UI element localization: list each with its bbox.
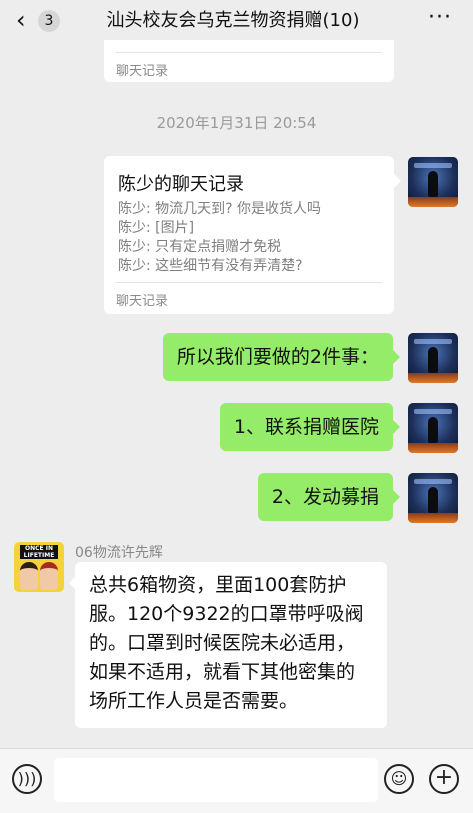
message-input[interactable] [54, 758, 378, 802]
bubble-tail [393, 490, 400, 504]
voice-icon[interactable]: ))) [12, 764, 42, 794]
chat-record-line: 陈少: 这些细节有没有弄清楚? [118, 258, 303, 274]
chat-record-card[interactable]: 陈少的聊天记录 陈少: 物流几天到? 你是收货人吗 陈少: [图片] 陈少: 只… [104, 156, 394, 314]
bubble-tail [394, 174, 401, 188]
back-icon[interactable]: ‹ [16, 7, 36, 33]
self-message-bubble[interactable]: 1、联系捐赠医院 [219, 403, 393, 451]
self-avatar[interactable] [408, 403, 458, 453]
input-bar: ))) ☺ + [0, 748, 473, 813]
chat-record-preview: 陈少: 物流几天到? 你是收货人吗 陈少: [图片] 陈少: 只有定点捐赠才免税… [118, 200, 321, 276]
chat-record-card-previous[interactable]: 聊天记录 [104, 40, 394, 82]
bubble-tail [393, 350, 400, 364]
chat-record-title: 陈少的聊天记录 [118, 174, 244, 195]
top-bar: ‹ 3 汕头校友会乌克兰物资捐赠(10) ··· [0, 0, 473, 40]
chat-record-footer: 聊天记录 [116, 64, 169, 79]
self-message-bubble[interactable]: 所以我们要做的2件事： [162, 333, 393, 381]
card-divider [116, 282, 382, 283]
card-divider [116, 52, 382, 53]
sender-avatar[interactable]: ONCE IN LIFETIME [14, 542, 64, 592]
message-timestamp: 2020年1月31日 20:54 [156, 114, 317, 132]
chat-record-line: 陈少: 只有定点捐赠才免税 [118, 239, 282, 255]
more-icon[interactable]: ··· [425, 7, 455, 32]
self-avatar[interactable] [408, 473, 458, 523]
avatar-sign: ONCE IN LIFETIME [20, 545, 58, 559]
chat-title: 汕头校友会乌克兰物资捐赠(10) [106, 10, 360, 31]
self-message-bubble[interactable]: 2、发动募捐 [257, 473, 393, 521]
chat-record-line: 陈少: [图片] [118, 220, 195, 236]
chat-record-footer: 聊天记录 [116, 294, 169, 309]
plus-icon[interactable]: + [429, 764, 459, 794]
bubble-tail [393, 420, 400, 434]
chat-record-line: 陈少: 物流几天到? 你是收货人吗 [118, 201, 322, 217]
self-avatar[interactable] [408, 333, 458, 383]
unread-count-badge[interactable]: 3 [38, 10, 60, 32]
incoming-message-bubble[interactable]: 总共6箱物资，里面100套防护服。120个9322的口罩带呼吸阀的。口罩到时候医… [75, 562, 387, 728]
emoji-icon[interactable]: ☺ [384, 764, 414, 794]
self-avatar[interactable] [408, 157, 458, 207]
sender-name: 06物流许先辉 [75, 545, 163, 561]
